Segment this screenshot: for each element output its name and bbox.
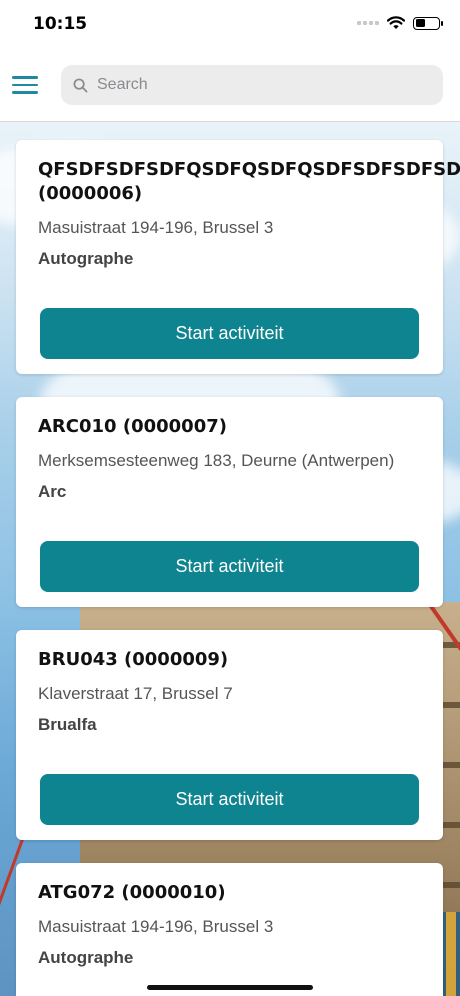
cellular-signal-icon	[357, 21, 379, 25]
status-time: 10:15	[33, 14, 88, 34]
activity-address: Masuistraat 194-196, Brussel 3	[38, 218, 274, 237]
start-activity-button[interactable]: Start activiteit	[40, 308, 419, 359]
app-header	[0, 50, 460, 122]
activity-card: ATG072 (0000010) Masuistraat 194-196, Br…	[16, 863, 443, 996]
start-activity-button[interactable]: Start activiteit	[40, 541, 419, 592]
activity-card: QFSDFSDFSDFQSDFQSDFQSDFSDFSDFSDF (000000…	[16, 140, 460, 374]
activity-title: ARC010 (0000007)	[38, 416, 227, 437]
activity-address: Klaverstraat 17, Brussel 7	[38, 684, 233, 703]
activity-card: BRU043 (0000009) Klaverstraat 17, Brusse…	[16, 630, 443, 840]
battery-icon	[413, 16, 443, 30]
activity-company: Arc	[38, 482, 67, 501]
wifi-icon	[387, 16, 405, 29]
activity-company: Autographe	[38, 948, 134, 967]
search-input[interactable]	[97, 76, 427, 94]
status-bar: 10:15	[0, 0, 460, 50]
activity-title: ATG072 (0000010)	[38, 882, 226, 903]
activity-card: ARC010 (0000007) Merksemsesteenweg 183, …	[16, 397, 443, 607]
status-icons	[357, 16, 443, 30]
search-icon	[73, 78, 88, 92]
activity-address: Masuistraat 194-196, Brussel 3	[38, 917, 274, 936]
activity-title: QFSDFSDFSDFQSDFQSDFQSDFSDFSDFSDF (000000…	[38, 159, 460, 204]
home-indicator[interactable]	[147, 985, 313, 990]
hamburger-menu-icon[interactable]	[12, 76, 40, 96]
activity-company: Brualfa	[38, 715, 97, 734]
activity-title: BRU043 (0000009)	[38, 649, 229, 670]
activity-company: Autographe	[38, 249, 134, 268]
activity-address: Merksemsesteenweg 183, Deurne (Antwerpen…	[38, 451, 395, 470]
start-activity-button[interactable]: Start activiteit	[40, 774, 419, 825]
search-bar[interactable]	[61, 65, 443, 105]
